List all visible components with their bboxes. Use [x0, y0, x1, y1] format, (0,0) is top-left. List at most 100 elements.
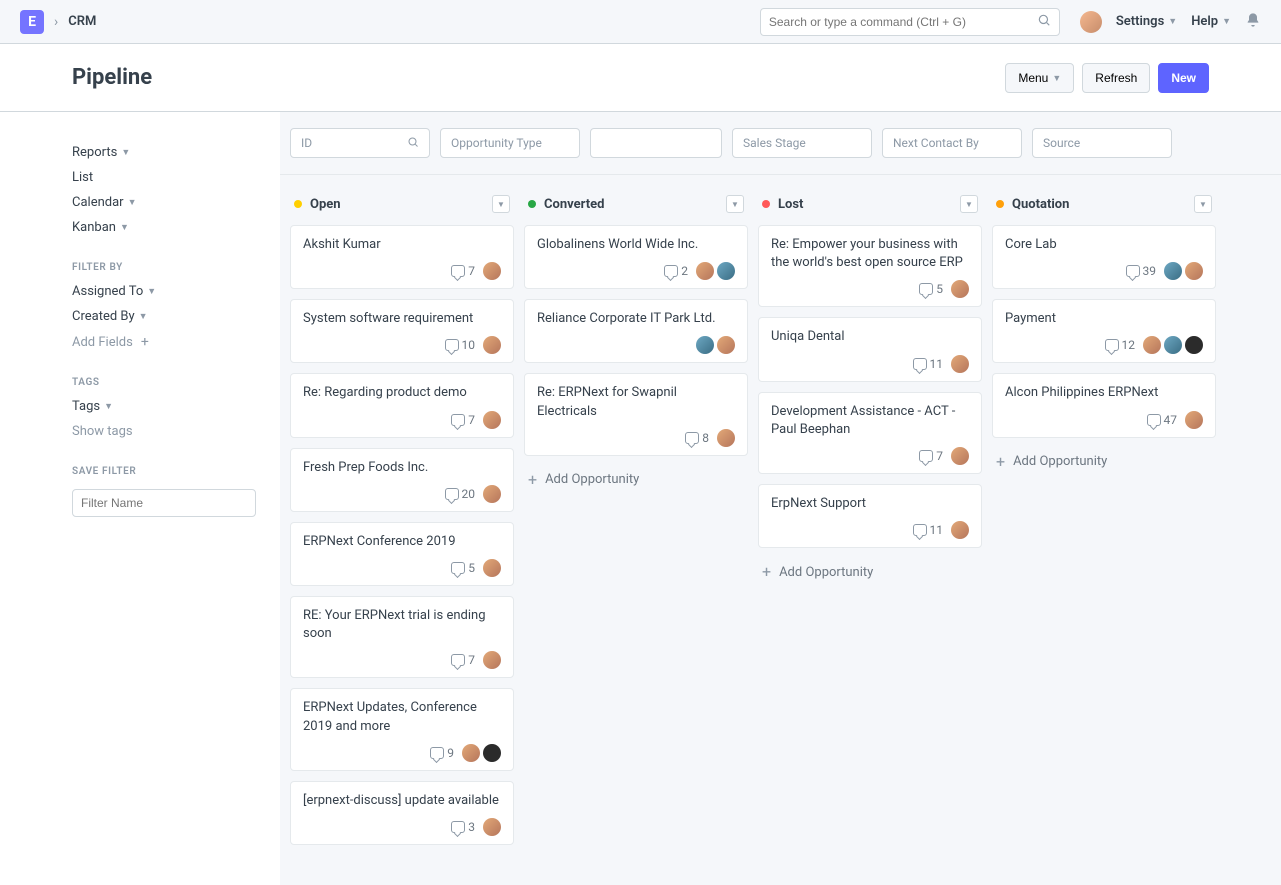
search-box[interactable] [760, 8, 1060, 36]
card-avatars [951, 447, 969, 465]
kanban-card[interactable]: Uniqa Dental11 [758, 317, 982, 381]
menu-button[interactable]: Menu▼ [1005, 63, 1074, 93]
comment-count: 7 [451, 653, 475, 667]
sidebar-list[interactable]: List [72, 165, 256, 190]
kanban-card[interactable]: Development Assistance - ACT - Paul Beep… [758, 392, 982, 474]
add-opportunity[interactable]: +Add Opportunity [758, 558, 982, 586]
card-title: ERPNext Updates, Conference 2019 and mor… [303, 699, 501, 735]
filters-row: ID Opportunity Type Sales Stage Next Con… [280, 112, 1281, 175]
column-menu[interactable]: ▼ [492, 195, 510, 213]
kanban-card[interactable]: ErpNext Support11 [758, 484, 982, 548]
new-button[interactable]: New [1158, 63, 1209, 93]
card-title: Payment [1005, 310, 1203, 328]
help-menu[interactable]: Help▼ [1191, 14, 1231, 29]
avatar [483, 411, 501, 429]
column-menu[interactable]: ▼ [960, 195, 978, 213]
filter-created-by[interactable]: Created By▼ [72, 304, 256, 329]
kanban-column: Open▼Akshit Kumar7 System software requir… [290, 189, 514, 855]
chevron-down-icon: ▼ [121, 147, 130, 158]
status-dot [528, 200, 536, 208]
card-avatars [696, 262, 735, 280]
kanban-board: Open▼Akshit Kumar7 System software requir… [280, 175, 1281, 885]
column-title: Quotation [1012, 197, 1069, 212]
card-avatars [483, 485, 501, 503]
chevron-down-icon: ▼ [1052, 73, 1061, 83]
kanban-card[interactable]: ERPNext Updates, Conference 2019 and mor… [290, 688, 514, 770]
avatar [483, 559, 501, 577]
avatar[interactable] [1080, 11, 1102, 33]
filter-id[interactable]: ID [290, 128, 430, 158]
filter-opportunity-type[interactable]: Opportunity Type [440, 128, 580, 158]
card-avatars [1143, 336, 1203, 354]
chevron-right-icon: › [54, 14, 58, 30]
card-avatars [483, 411, 501, 429]
kanban-card[interactable]: Core Lab39 [992, 225, 1216, 289]
refresh-button[interactable]: Refresh [1082, 63, 1150, 93]
breadcrumb[interactable]: CRM [68, 14, 96, 29]
comment-icon [919, 450, 933, 462]
add-fields[interactable]: Add Fields+ [72, 329, 256, 355]
app-logo[interactable]: E [20, 10, 44, 34]
column-header: Converted▼ [524, 189, 748, 225]
comment-icon [451, 414, 465, 426]
filter-blank[interactable] [590, 128, 722, 158]
comment-count: 5 [919, 282, 943, 296]
avatar [1164, 336, 1182, 354]
chevron-down-icon: ▼ [120, 222, 129, 233]
add-opportunity[interactable]: +Add Opportunity [992, 448, 1216, 476]
kanban-card[interactable]: [erpnext-discuss] update available3 [290, 781, 514, 845]
card-title: Globalinens World Wide Inc. [537, 236, 735, 254]
card-avatars [717, 429, 735, 447]
add-opportunity[interactable]: +Add Opportunity [524, 466, 748, 494]
show-tags[interactable]: Show tags [72, 419, 256, 444]
kanban-card[interactable]: Akshit Kumar7 [290, 225, 514, 289]
kanban-card[interactable]: Re: Regarding product demo7 [290, 373, 514, 437]
filter-name-input[interactable] [72, 489, 256, 517]
avatar [1143, 336, 1161, 354]
kanban-card[interactable]: Payment12 [992, 299, 1216, 363]
tags-heading: Tags [72, 377, 256, 388]
filter-sales-stage[interactable]: Sales Stage [732, 128, 872, 158]
sidebar-calendar[interactable]: Calendar▼ [72, 190, 256, 215]
column-title: Lost [778, 197, 803, 212]
settings-menu[interactable]: Settings▼ [1116, 14, 1177, 29]
kanban-card[interactable]: ERPNext Conference 20195 [290, 522, 514, 586]
kanban-card[interactable]: Alcon Philippines ERPNext47 [992, 373, 1216, 437]
kanban-card[interactable]: Re: Empower your business with the world… [758, 225, 982, 307]
card-avatars [696, 336, 735, 354]
card-avatars [1185, 411, 1203, 429]
card-avatars [483, 262, 501, 280]
comment-icon [664, 265, 678, 277]
avatar [951, 447, 969, 465]
comment-icon [451, 821, 465, 833]
column-menu[interactable]: ▼ [726, 195, 744, 213]
avatar [951, 280, 969, 298]
card-avatars [462, 744, 501, 762]
kanban-card[interactable]: Fresh Prep Foods Inc.20 [290, 448, 514, 512]
filter-assigned-to[interactable]: Assigned To▼ [72, 279, 256, 304]
column-menu[interactable]: ▼ [1194, 195, 1212, 213]
sidebar-reports[interactable]: Reports▼ [72, 140, 256, 165]
kanban-card[interactable]: Globalinens World Wide Inc.2 [524, 225, 748, 289]
comment-count: 10 [445, 338, 476, 352]
filter-next-contact[interactable]: Next Contact By [882, 128, 1022, 158]
comment-count: 7 [919, 449, 943, 463]
comment-count: 8 [685, 431, 709, 445]
search-input[interactable] [769, 15, 1037, 29]
tags-filter[interactable]: Tags▼ [72, 394, 256, 419]
filter-source[interactable]: Source [1032, 128, 1172, 158]
comment-icon [913, 358, 927, 370]
kanban-card[interactable]: Re: ERPNext for Swapnil Electricals 8 [524, 373, 748, 455]
comment-count: 20 [445, 487, 476, 501]
avatar [717, 429, 735, 447]
card-title: ERPNext Conference 2019 [303, 533, 501, 551]
chevron-down-icon: ▼ [104, 401, 113, 412]
column-header: Open▼ [290, 189, 514, 225]
kanban-card[interactable]: RE: Your ERPNext trial is ending soon7 [290, 596, 514, 678]
card-title: Re: ERPNext for Swapnil Electricals [537, 384, 735, 420]
bell-icon[interactable] [1245, 12, 1261, 32]
sidebar-kanban[interactable]: Kanban▼ [72, 215, 256, 240]
kanban-card[interactable]: System software requirement10 [290, 299, 514, 363]
kanban-column: Quotation ▼ Core Lab39 Payment12 Alcon Phili… [992, 189, 1216, 855]
kanban-card[interactable]: Reliance Corporate IT Park Ltd. [524, 299, 748, 363]
